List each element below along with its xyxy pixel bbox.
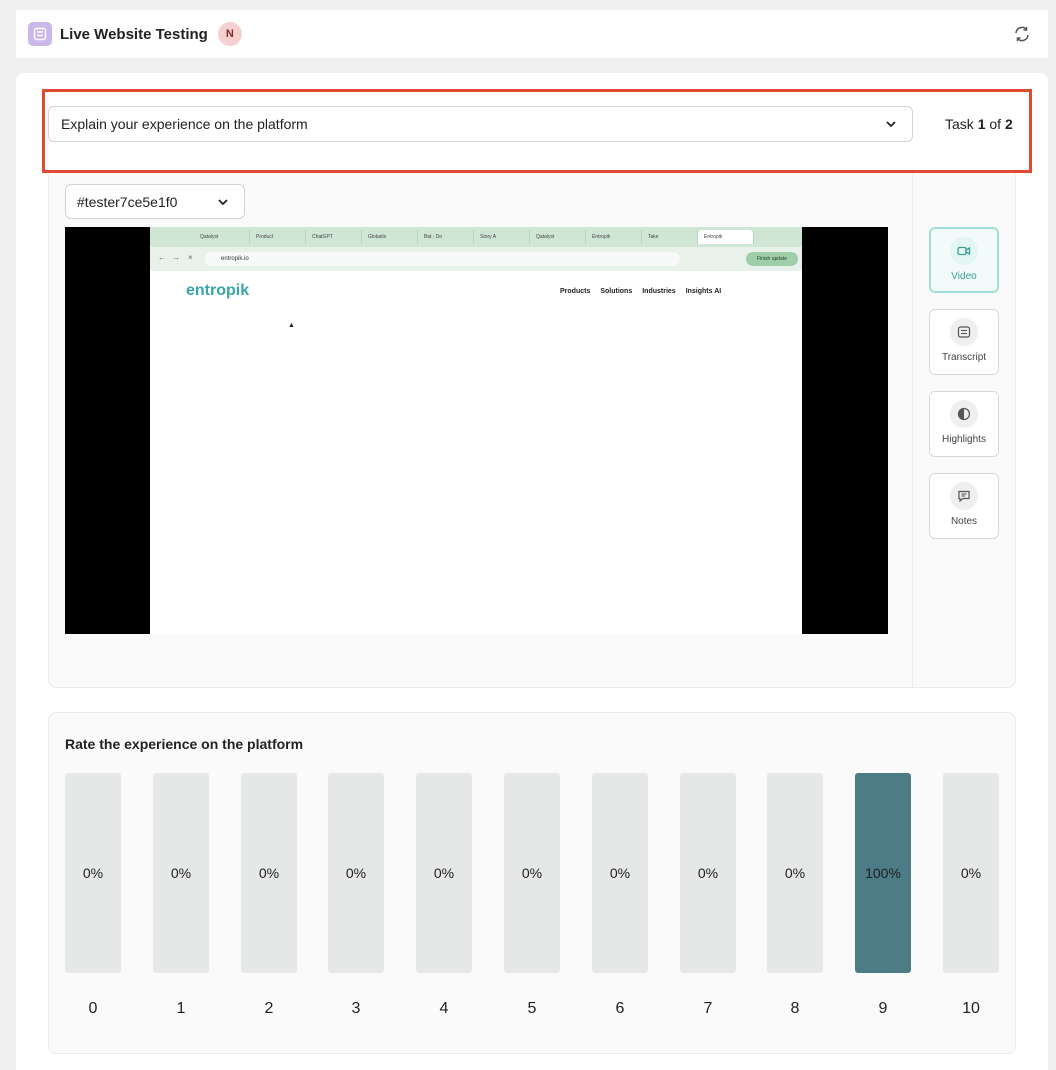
browser-addressbar: ← → × entropik.io Finish update bbox=[150, 247, 802, 271]
rating-bar-3[interactable]: 0% bbox=[328, 773, 384, 973]
recorded-screen: Qatalyst Product ChatGPT Globalis Bat : … bbox=[150, 227, 802, 634]
task-dropdown[interactable]: Explain your experience on the platform bbox=[48, 106, 913, 142]
video-tab-label: Video bbox=[951, 271, 977, 282]
site-nav-item: Insights AI bbox=[685, 288, 722, 295]
task-counter-of: of bbox=[989, 116, 1002, 132]
browser-tabstrip: Qatalyst Product ChatGPT Globalis Bat : … bbox=[150, 227, 802, 247]
forward-arrow-icon: → bbox=[172, 253, 180, 262]
task-total: 2 bbox=[1004, 116, 1013, 132]
browser-tab: Entropik bbox=[586, 230, 642, 244]
chevron-down-icon bbox=[884, 117, 898, 136]
rating-label-7: 7 bbox=[703, 1000, 713, 1017]
site-nav-item: Solutions bbox=[600, 288, 633, 295]
avatar[interactable]: N bbox=[217, 22, 242, 46]
rating-bar-8[interactable]: 0% bbox=[767, 773, 823, 973]
site-logo: entropik bbox=[186, 282, 250, 299]
browser-tab: Qatalyst bbox=[530, 230, 586, 244]
task-counter-prefix: Task bbox=[945, 116, 974, 132]
highlights-tab-button[interactable]: Highlights bbox=[929, 391, 999, 457]
rating-label-9: 9 bbox=[878, 1000, 888, 1017]
tester-dropdown[interactable]: #tester7ce5e1f0 bbox=[65, 184, 245, 219]
task-current: 1 bbox=[977, 116, 986, 132]
notes-tab-label: Notes bbox=[950, 516, 978, 527]
browser-tab: Globalis bbox=[362, 230, 418, 244]
transcript-tab-button[interactable]: Transcript bbox=[929, 309, 999, 375]
rating-bar-9[interactable]: 100% bbox=[855, 773, 911, 973]
page-title: Live Website Testing bbox=[60, 25, 208, 43]
task-counter: Task 1 of 2 bbox=[945, 116, 1013, 132]
highlights-tab-label: Highlights bbox=[942, 434, 986, 445]
highlights-icon bbox=[950, 400, 978, 428]
browser-finish-update: Finish update bbox=[746, 252, 798, 266]
panel-divider bbox=[912, 173, 913, 688]
refresh-icon[interactable] bbox=[1012, 24, 1032, 44]
top-bar: Live Website Testing N bbox=[16, 10, 1048, 58]
rating-label-3: 3 bbox=[351, 1000, 361, 1017]
rating-label-5: 5 bbox=[527, 1000, 537, 1017]
rating-label-8: 8 bbox=[790, 1000, 800, 1017]
task-dropdown-value: Explain your experience on the platform bbox=[61, 116, 308, 132]
rating-bar-4[interactable]: 0% bbox=[416, 773, 472, 973]
browser-tab: Take bbox=[642, 230, 698, 244]
browser-url: entropik.io bbox=[205, 252, 680, 266]
rating-bar-1[interactable]: 0% bbox=[153, 773, 209, 973]
transcript-tab-label: Transcript bbox=[941, 352, 987, 363]
close-icon: × bbox=[188, 253, 193, 262]
rating-label-2: 2 bbox=[264, 1000, 274, 1017]
video-camera-icon bbox=[950, 237, 978, 265]
chevron-down-icon bbox=[216, 195, 230, 214]
rating-label-0: 0 bbox=[88, 1000, 98, 1017]
rating-label-6: 6 bbox=[615, 1000, 625, 1017]
rating-bar-0[interactable]: 0% bbox=[65, 773, 121, 973]
notes-icon bbox=[950, 482, 978, 510]
site-nav-item: Industries bbox=[642, 288, 676, 295]
mouse-cursor-icon: ▲ bbox=[288, 322, 295, 329]
video-player[interactable]: Qatalyst Product ChatGPT Globalis Bat : … bbox=[65, 227, 888, 634]
browser-tab: Product bbox=[250, 230, 306, 244]
video-tab-button[interactable]: Video bbox=[929, 227, 999, 293]
rating-bar-6[interactable]: 0% bbox=[592, 773, 648, 973]
rating-label-4: 4 bbox=[439, 1000, 449, 1017]
browser-tab: ChatGPT bbox=[306, 230, 362, 244]
clipboard-icon bbox=[28, 22, 52, 46]
site-nav: Products Solutions Industries Insights A… bbox=[560, 288, 721, 295]
rating-bar-2[interactable]: 0% bbox=[241, 773, 297, 973]
browser-tab: Qatalyst bbox=[194, 230, 250, 244]
transcript-icon bbox=[950, 318, 978, 346]
browser-tab: Bat : Do bbox=[418, 230, 474, 244]
tester-dropdown-value: #tester7ce5e1f0 bbox=[77, 193, 178, 210]
browser-tab-active: Entropik bbox=[698, 230, 754, 244]
rating-question-title: Rate the experience on the platform bbox=[65, 736, 304, 752]
browser-tab: Story A bbox=[474, 230, 530, 244]
rating-label-1: 1 bbox=[176, 1000, 186, 1017]
site-nav-item: Products bbox=[560, 288, 591, 295]
back-arrow-icon: ← bbox=[158, 253, 166, 262]
rating-bar-10[interactable]: 0% bbox=[943, 773, 999, 973]
rating-label-10: 10 bbox=[962, 1000, 980, 1017]
rating-bar-7[interactable]: 0% bbox=[680, 773, 736, 973]
rating-bar-5[interactable]: 0% bbox=[504, 773, 560, 973]
notes-tab-button[interactable]: Notes bbox=[929, 473, 999, 539]
